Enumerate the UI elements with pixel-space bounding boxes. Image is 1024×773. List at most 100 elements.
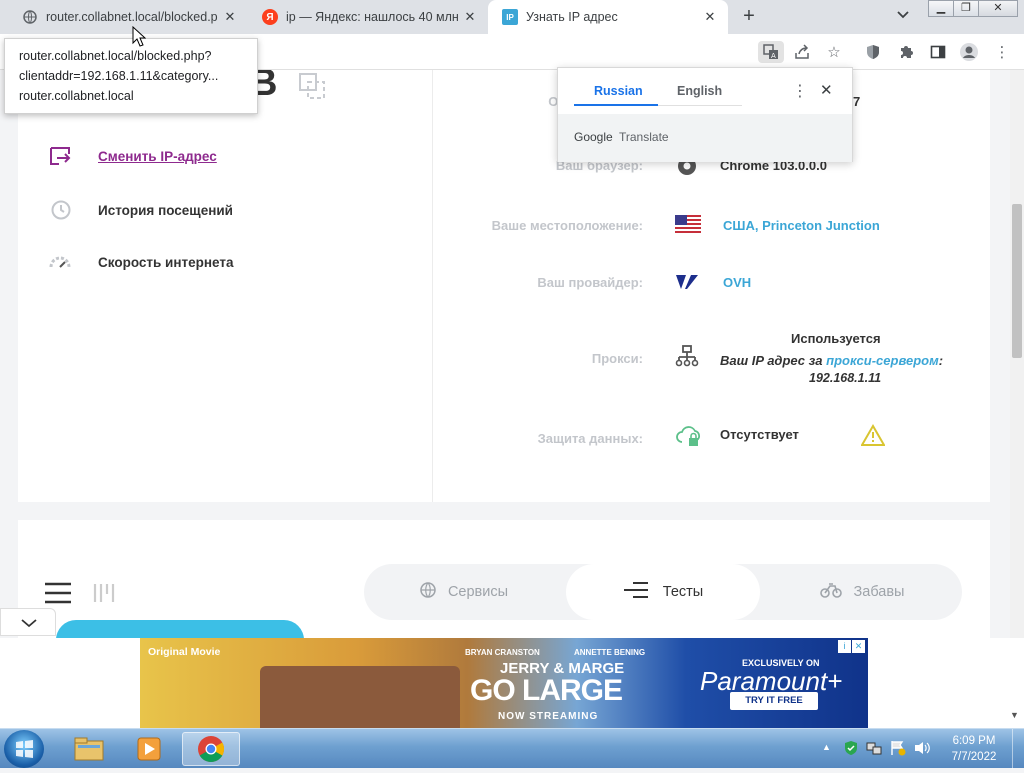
tray-expand-icon[interactable]: ▲ [822, 742, 831, 752]
history-icon [48, 198, 72, 222]
nav-speed[interactable]: Скорость интернета [48, 250, 233, 274]
ovh-logo-icon [675, 274, 699, 295]
ad-tag: Original Movie [148, 646, 221, 658]
page-scrollbar[interactable] [1010, 70, 1024, 638]
volume-icon[interactable] [914, 740, 930, 761]
hamburger-menu-icon[interactable] [44, 582, 72, 609]
network-icon [675, 344, 699, 373]
new-tab-button[interactable]: + [738, 5, 760, 28]
show-desktop-button[interactable] [1012, 729, 1024, 769]
provider-label: Ваш провайдер: [537, 275, 643, 290]
chrome-taskbar-button[interactable] [182, 732, 240, 766]
ip-icon: IP [502, 9, 518, 25]
tab-yandex[interactable]: Я ip — Яндекс: нашлось 40 млн р ✕ [248, 0, 488, 34]
windows-taskbar: ▲ 6:09 PM 7/7/2022 [0, 728, 1024, 769]
translate-lang-russian[interactable]: Russian [594, 84, 643, 98]
tab-ip-address[interactable]: IP Узнать IP адрес ✕ [488, 0, 728, 34]
proxy-server-link[interactable]: прокси-сервером [826, 353, 939, 368]
action-button[interactable] [56, 620, 304, 638]
scrollbar-thumb[interactable] [1012, 204, 1022, 358]
media-player-taskbar-button[interactable] [120, 732, 178, 766]
minimize-button[interactable]: ▁ [928, 0, 954, 17]
adchoices-icon[interactable]: i [838, 640, 851, 653]
ad-streaming: NOW STREAMING [498, 711, 599, 722]
ad-cta-button[interactable]: TRY IT FREE [730, 692, 818, 710]
google-brand: Google [574, 130, 613, 144]
tab-title: Узнать IP адрес [526, 10, 618, 24]
tab-fun[interactable]: Забавы [762, 564, 962, 620]
tooltip-line3: router.collabnet.local [19, 89, 134, 103]
more-menu-icon[interactable]: ⋮ [991, 41, 1013, 63]
bike-icon [819, 582, 842, 602]
ad-actor2: ANNETTE BENING [574, 648, 646, 657]
us-flag-icon [675, 215, 701, 240]
copy-icon[interactable] [298, 72, 326, 105]
ad-close-icon[interactable]: ✕ [852, 640, 865, 653]
proxy-status: Используется [791, 331, 881, 346]
web-page: B Сменить IP-адрес История посещений Ско… [0, 70, 1024, 638]
ad-collapse-button[interactable] [0, 608, 56, 636]
close-tab-icon[interactable]: ✕ [222, 9, 238, 25]
close-tab-icon[interactable]: ✕ [462, 9, 478, 25]
tooltip-line1: router.collabnet.local/blocked.php? [19, 49, 212, 63]
translate-lang-english[interactable]: English [677, 84, 722, 98]
security-shield-icon[interactable] [844, 740, 858, 761]
translate-options-icon[interactable]: ⋮ [792, 81, 808, 101]
tests-icon [623, 581, 649, 603]
speed-icon [48, 250, 72, 274]
left-panel: B Сменить IP-адрес История посещений Ско… [18, 70, 432, 502]
restore-button[interactable]: ❐ [953, 0, 979, 17]
translate-icon[interactable]: A [758, 41, 784, 63]
paramount-ad[interactable]: Original Movie BRYAN CRANSTON ANNETTE BE… [140, 638, 868, 728]
ad-title2: GO LARGE [470, 674, 623, 707]
tab-router-blocked[interactable]: router.collabnet.local/blocked.php ✕ [8, 0, 248, 34]
proxy-text: Ваш IP адрес за [720, 353, 827, 368]
nav-history[interactable]: История посещений [48, 198, 233, 222]
location-value[interactable]: США, Princeton Junction [723, 218, 880, 233]
close-tab-icon[interactable]: ✕ [702, 9, 718, 25]
translate-close-icon[interactable]: ✕ [820, 81, 833, 99]
section-tabs: Сервисы Тесты Забавы [364, 564, 962, 620]
proxy-text-end: : [938, 353, 944, 368]
mouse-cursor-icon [132, 25, 147, 53]
globe-icon [420, 582, 436, 602]
translate-popup: Russian English ⋮ ✕ Google Translate [557, 67, 853, 162]
provider-value[interactable]: OVH [723, 275, 751, 290]
translate-brand: Translate [619, 130, 669, 144]
grid-icon[interactable] [92, 582, 116, 609]
tab-label: Забавы [853, 584, 905, 600]
tab-title: router.collabnet.local/blocked.php [46, 10, 218, 24]
clock[interactable]: 6:09 PM 7/7/2022 [944, 733, 1004, 765]
warning-icon [860, 424, 886, 451]
url-hover-tooltip: router.collabnet.local/blocked.php? clie… [4, 38, 258, 114]
security-label: Защита данных: [537, 431, 643, 446]
svg-text:A: A [771, 52, 776, 60]
side-panel-icon[interactable] [927, 41, 949, 63]
start-button[interactable] [4, 730, 44, 768]
location-label: Ваше местоположение: [491, 218, 643, 233]
tab-tests[interactable]: Тесты [566, 564, 760, 620]
action-center-flag-icon[interactable] [890, 740, 906, 761]
tooltip-line2: clientaddr=192.168.1.11&category... [19, 69, 219, 83]
bookmark-star-icon[interactable]: ☆ [823, 41, 845, 63]
nav-change-ip[interactable]: Сменить IP-адрес [48, 144, 217, 168]
proxy-ip: 192.168.1.11 [809, 371, 882, 385]
os-value: 7 [853, 94, 861, 109]
yandex-icon: Я [262, 9, 278, 25]
profile-avatar-icon[interactable] [958, 41, 980, 63]
clock-time: 6:09 PM [952, 735, 996, 747]
tab-services[interactable]: Сервисы [364, 564, 564, 620]
explorer-taskbar-button[interactable] [60, 732, 118, 766]
extensions-puzzle-icon[interactable] [895, 41, 917, 63]
chevron-down-icon[interactable] [897, 8, 909, 22]
network-tray-icon[interactable] [866, 740, 882, 761]
nav-label: История посещений [98, 202, 233, 218]
share-icon[interactable] [791, 41, 813, 63]
lang-divider [658, 105, 742, 106]
shield-extension-icon[interactable] [862, 41, 884, 63]
close-window-button[interactable]: ✕ [978, 0, 1018, 17]
scroll-down-arrow-icon[interactable]: ▼ [1010, 710, 1019, 720]
globe-icon [22, 9, 38, 25]
tab-label: Сервисы [447, 584, 509, 600]
clock-date: 7/7/2022 [951, 751, 997, 763]
